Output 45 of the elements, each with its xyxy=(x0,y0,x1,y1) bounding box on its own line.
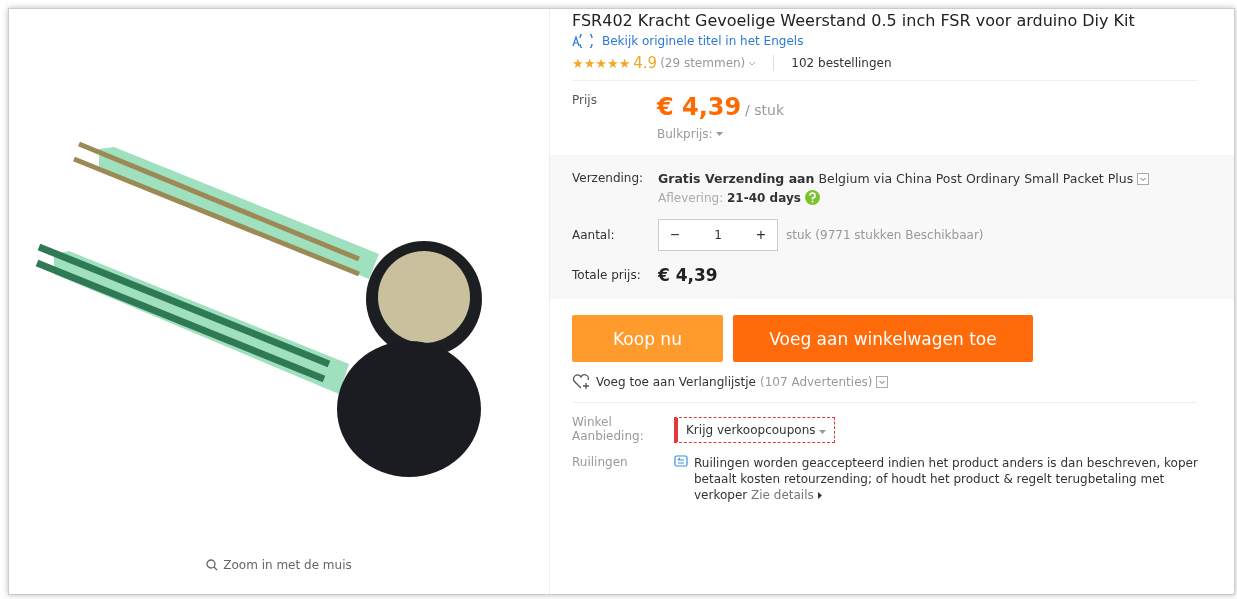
returns-label: Ruilingen xyxy=(572,455,629,469)
order-count: 102 bestellingen xyxy=(791,56,892,70)
delivery-time: 21-40 days xyxy=(727,191,801,205)
return-icon xyxy=(674,455,688,467)
price: € 4,39 xyxy=(657,93,742,121)
bulk-price-dropdown[interactable]: Bulkprijs: xyxy=(657,127,713,141)
star-icon: ★ xyxy=(583,55,596,71)
store-offer-label: Winkel Aanbieding: xyxy=(572,415,645,443)
dropdown-icon[interactable] xyxy=(1137,172,1150,185)
star-icon: ★ xyxy=(572,55,584,71)
quantity-label: Aantal: xyxy=(572,228,616,242)
product-title: FSR402 Kracht Gevoelige Weerstand 0.5 inch FSR voor arduino Diy Kit xyxy=(572,11,1136,30)
add-to-cart-button[interactable]: Voeg aan winkelwagen toe xyxy=(733,315,1033,362)
delivery-label: Aflevering: xyxy=(658,191,724,205)
rating-score: 4.9 xyxy=(633,54,658,72)
heart-plus-icon[interactable] xyxy=(572,374,592,390)
star-icon: ★ xyxy=(618,55,631,71)
chevron-down-icon[interactable] xyxy=(748,60,757,66)
stock-note: stuk (9771 stukken Beschikbaar) xyxy=(786,228,984,242)
caret-right-icon[interactable] xyxy=(817,492,822,499)
price-unit: / stuk xyxy=(745,102,785,118)
search-icon xyxy=(206,559,219,571)
help-icon[interactable] xyxy=(804,190,820,205)
zoom-hint-text: Zoom in met de muis xyxy=(223,558,352,572)
translate-link[interactable]: Bekijk originele titel in het Engels xyxy=(602,34,804,48)
quantity-value[interactable]: 1 xyxy=(714,228,722,242)
increase-button[interactable]: + xyxy=(745,225,777,245)
wishlist-link[interactable]: Voeg toe aan Verlanglijstje xyxy=(596,375,756,389)
price-label: Prijs xyxy=(572,93,598,109)
returns-policy: Ruilingen worden geaccepteerd indien het product anders is dan beschreven, koper betaalt kosten retourzending; of houdt het product & regelt terugbetaling met verkoper Zie details xyxy=(694,455,1199,503)
dropdown-icon[interactable] xyxy=(876,376,889,388)
decrease-button[interactable]: − xyxy=(659,225,691,245)
wishlist-count: (107 Advertenties) xyxy=(760,375,873,389)
caret-down-icon[interactable] xyxy=(716,132,724,136)
translate-icon xyxy=(572,34,594,48)
star-icon: ★ xyxy=(606,55,619,71)
vote-count[interactable]: (29 stemmen) xyxy=(660,56,746,70)
star-icon: ★ xyxy=(595,55,607,71)
shipping-label: Verzending: xyxy=(572,171,645,187)
total-price: € 4,39 xyxy=(658,265,718,285)
total-label: Totale prijs: xyxy=(572,268,642,282)
coupon-dropdown[interactable]: Krijg verkoopcoupons xyxy=(674,417,836,443)
shipping-method: Gratis Verzending aan Belgium via China Post Ordinary Small Packet Plus xyxy=(658,171,1134,186)
caret-down-icon xyxy=(819,430,827,434)
details-link[interactable]: Zie details xyxy=(751,488,814,502)
